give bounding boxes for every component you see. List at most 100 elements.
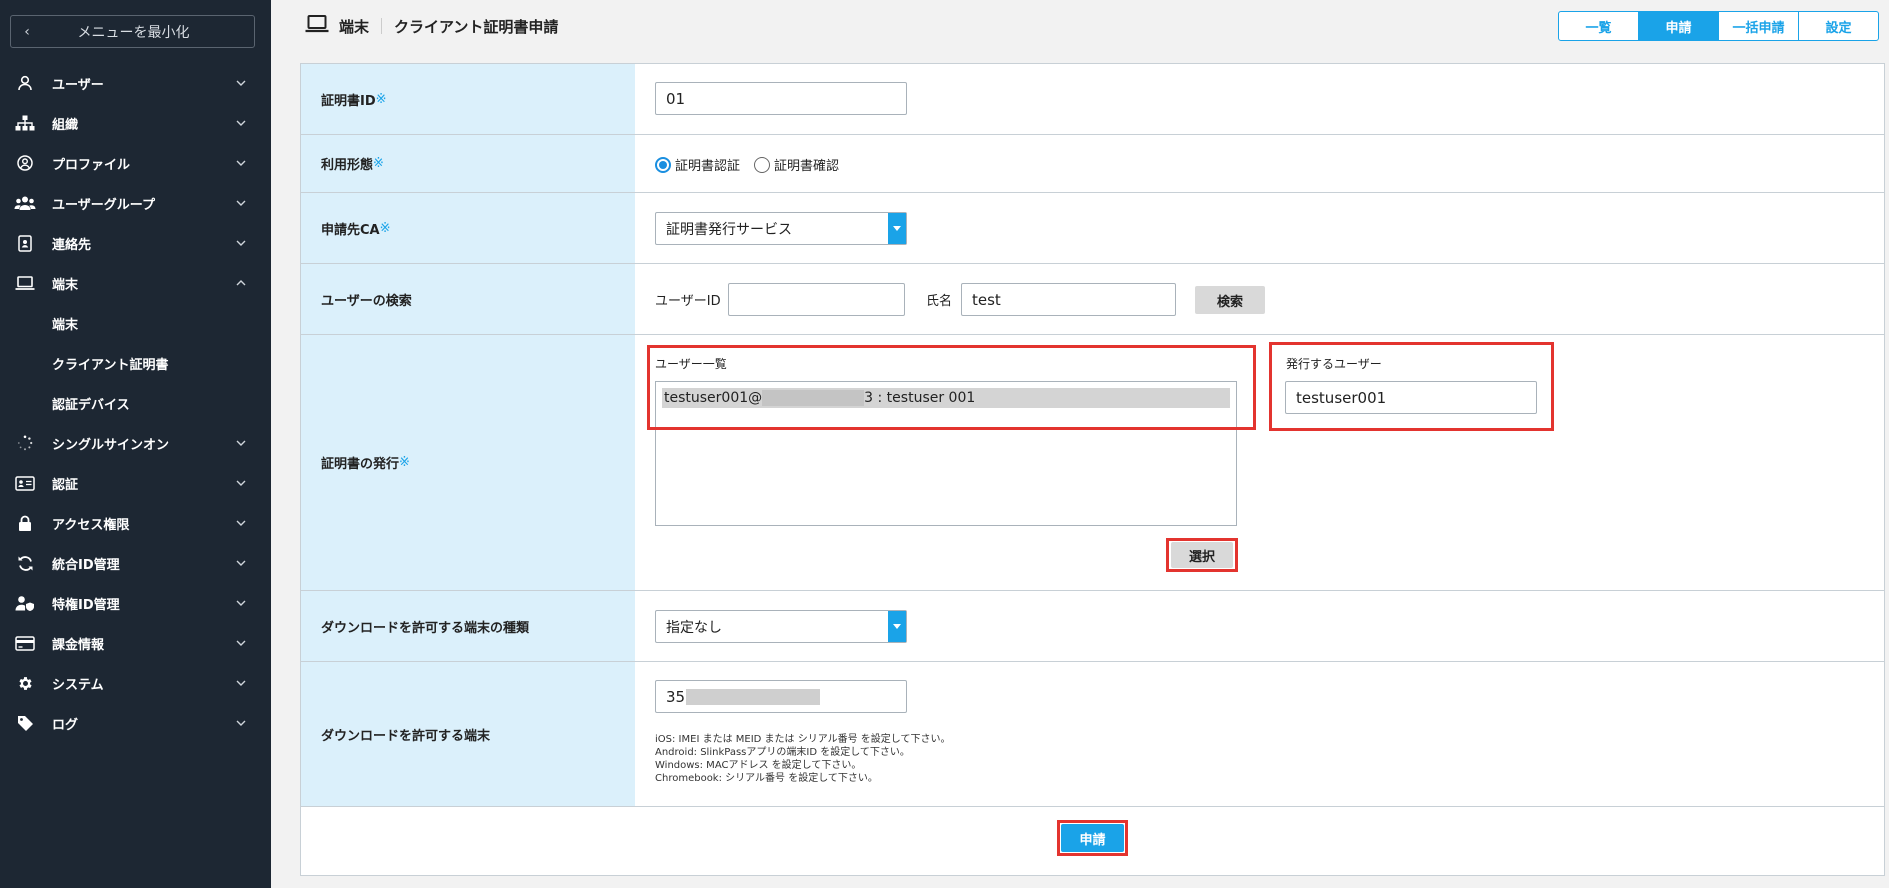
id-card-icon: [14, 474, 36, 492]
org-chart-icon: [14, 114, 36, 132]
highlight-user-list: [647, 345, 1256, 430]
sidebar-item-label: 端末: [52, 277, 79, 293]
sidebar-item-integrated-id[interactable]: 統合ID管理: [0, 543, 271, 583]
highlight-select-button: [1166, 538, 1238, 572]
ca-select[interactable]: 証明書発行サービス: [655, 212, 907, 245]
sidebar-item-label: シングルサインオン: [52, 437, 170, 453]
tag-icon: [14, 714, 36, 732]
chevron-down-icon: [235, 237, 247, 249]
user-id-label: ユーザーID: [655, 294, 721, 309]
sidebar-item-label: 組織: [52, 117, 79, 133]
chevron-left-icon: ‹: [24, 23, 30, 40]
radio-cert-auth[interactable]: 証明書認証: [655, 155, 740, 174]
help-line: Chromebook: シリアル番号 を設定して下さい。: [655, 773, 878, 784]
tab-bulk-apply[interactable]: 一括申請: [1719, 12, 1799, 40]
sidebar-item-label: 認証: [52, 477, 79, 493]
tab-list[interactable]: 一覧: [1559, 12, 1639, 40]
tab-settings[interactable]: 設定: [1799, 12, 1878, 40]
device-type-select[interactable]: 指定なし: [655, 610, 907, 643]
device-cell: 35 iOS: IMEI または MEID または シリアル番号 を設定して下さ…: [635, 662, 1884, 806]
chevron-down-icon: [235, 637, 247, 649]
gear-icon: [14, 674, 36, 692]
sidebar-item-user-groups[interactable]: ユーザーグループ: [0, 183, 271, 223]
chevron-down-icon: [235, 517, 247, 529]
sidebar-item-label: プロファイル: [52, 157, 131, 173]
sidebar-item-logs[interactable]: ログ: [0, 703, 271, 743]
radio-cert-verify[interactable]: 証明書確認: [754, 155, 839, 174]
sidebar-item-authentication[interactable]: 認証: [0, 463, 271, 503]
radio-button-checked: [655, 156, 671, 173]
help-line: iOS: IMEI または MEID または シリアル番号 を設定して下さい。: [655, 734, 951, 745]
help-line: Windows: MACアドレス を設定して下さい。: [655, 760, 862, 771]
usage-label: 利用形態 ※: [301, 135, 635, 192]
sidebar-item-label: ユーザー: [52, 77, 104, 93]
minimize-menu-button[interactable]: ‹ メニューを最小化: [10, 15, 255, 48]
name-label: 氏名: [926, 294, 953, 309]
sidebar-item-billing[interactable]: 課金情報: [0, 623, 271, 663]
sync-icon: [14, 554, 36, 572]
chevron-down-icon: [235, 477, 247, 489]
cert-id-label: 証明書ID ※: [301, 64, 635, 134]
tab-apply[interactable]: 申請: [1639, 12, 1719, 40]
page-header: 端末 クライアント証明書申請: [305, 14, 558, 38]
sidebar-item-label: アクセス権限: [52, 517, 130, 533]
row-cert-issue: 証明書の発行 ※ ユーザー一覧 testuser001@ 3 : testuser …: [301, 335, 1884, 591]
sidebar-subitem-devices[interactable]: 端末: [0, 303, 271, 343]
device-type-cell: 指定なし: [635, 591, 1884, 661]
device-label: ダウンロードを許可する端末: [301, 662, 635, 806]
sidebar-item-organization[interactable]: 組織: [0, 103, 271, 143]
chevron-down-icon: [235, 677, 247, 689]
minimize-menu-label: メニューを最小化: [77, 24, 190, 41]
row-device: ダウンロードを許可する端末 35 iOS: IMEI または MEID または …: [301, 662, 1884, 807]
row-cert-id: 証明書ID ※ 01: [301, 64, 1884, 135]
caret-down-icon: [888, 611, 906, 642]
chevron-down-icon: [235, 597, 247, 609]
required-mark: ※: [379, 220, 391, 236]
required-mark: ※: [375, 91, 387, 107]
search-button[interactable]: 検索: [1195, 286, 1265, 314]
chevron-down-icon: [235, 77, 247, 89]
chevron-down-icon: [235, 197, 247, 209]
name-input[interactable]: test: [961, 283, 1176, 316]
row-ca: 申請先CA ※ 証明書発行サービス: [301, 193, 1884, 264]
required-mark: ※: [399, 455, 410, 470]
device-input[interactable]: 35: [655, 680, 907, 713]
sidebar-item-profile[interactable]: プロファイル: [0, 143, 271, 183]
user-id-input[interactable]: [728, 283, 905, 316]
sidebar-item-users[interactable]: ユーザー: [0, 63, 271, 103]
chevron-down-icon: [235, 117, 247, 129]
sidebar-item-single-sign-on[interactable]: シングルサインオン: [0, 423, 271, 463]
lock-icon: [14, 514, 36, 532]
breadcrumb-section: 端末: [339, 17, 370, 36]
user-shield-icon: [14, 594, 36, 612]
sidebar-item-devices[interactable]: 端末: [0, 263, 271, 303]
redacted-mask: [686, 688, 821, 705]
caret-down-icon: [888, 213, 906, 244]
cert-issue-cell: ユーザー一覧 testuser001@ 3 : testuser 001 発行する…: [635, 335, 1884, 590]
ca-select-value: 証明書発行サービス: [666, 221, 792, 238]
laptop-icon: [305, 15, 329, 37]
page-tabs: 一覧 申請 一括申請 設定: [1558, 11, 1879, 41]
chevron-up-icon: [235, 277, 247, 289]
sidebar-item-system[interactable]: システム: [0, 663, 271, 703]
sidebar-item-label: システム: [52, 677, 104, 693]
device-type-label: ダウンロードを許可する端末の種類: [301, 591, 635, 661]
sidebar-subitem-client-certificates[interactable]: クライアント証明書: [0, 343, 271, 383]
chevron-down-icon: [235, 717, 247, 729]
cert-id-input[interactable]: 01: [655, 82, 907, 115]
users-group-icon: [14, 194, 36, 212]
sidebar-subitem-auth-devices[interactable]: 認証デバイス: [0, 383, 271, 423]
user-icon: [14, 74, 36, 92]
sidebar-item-access-rights[interactable]: アクセス権限: [0, 503, 271, 543]
required-mark: ※: [373, 156, 384, 171]
cert-id-cell: 01: [635, 64, 1884, 134]
sidebar-item-privileged-id[interactable]: 特権ID管理: [0, 583, 271, 623]
profile-icon: [14, 154, 36, 172]
sidebar-subitem-label: クライアント証明書: [52, 357, 169, 373]
credit-card-icon: [14, 634, 36, 652]
row-device-type: ダウンロードを許可する端末の種類 指定なし: [301, 591, 1884, 662]
highlight-submit-button: [1057, 820, 1128, 856]
sidebar-item-contacts[interactable]: 連絡先: [0, 223, 271, 263]
usage-cell: 証明書認証 証明書確認: [635, 135, 1884, 192]
ca-label: 申請先CA ※: [301, 193, 635, 263]
